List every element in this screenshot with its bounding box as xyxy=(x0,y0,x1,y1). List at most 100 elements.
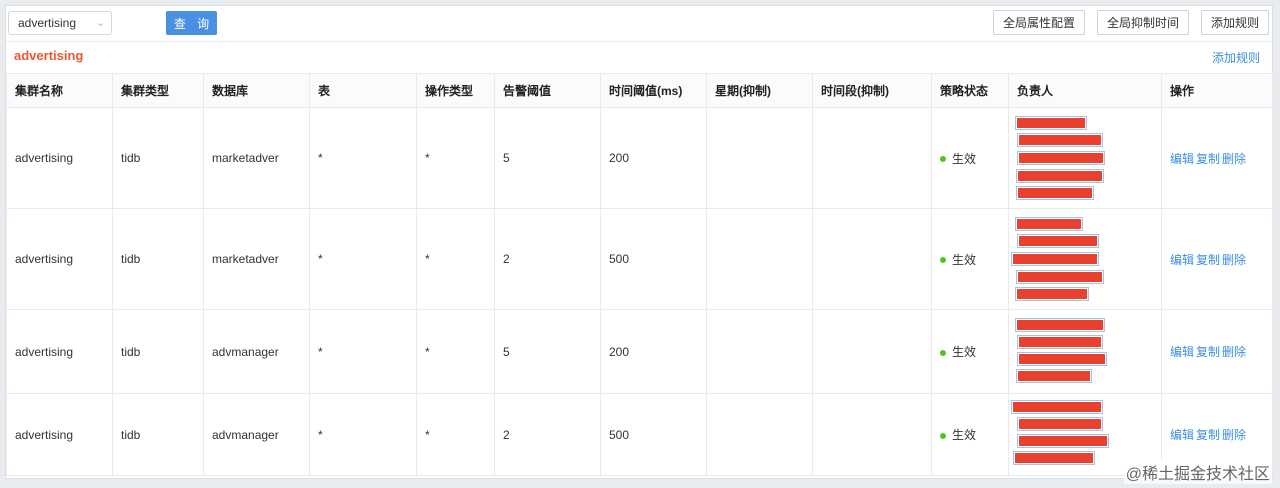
redacted-owner xyxy=(1017,234,1099,248)
status-text: 生效 xyxy=(952,345,977,359)
status-dot xyxy=(940,432,946,439)
copy-link[interactable]: 复制 xyxy=(1196,152,1220,166)
copy-link[interactable]: 复制 xyxy=(1196,253,1220,267)
cell-cluster-type: tidb xyxy=(112,393,204,476)
global-config-button[interactable]: 全局属性配置 xyxy=(993,10,1085,35)
redacted-owner xyxy=(1013,451,1095,465)
cell-period-suppress xyxy=(812,309,932,394)
section-title: advertising xyxy=(14,48,84,63)
cell-operation-type: * xyxy=(416,208,495,310)
edit-link[interactable]: 编辑 xyxy=(1170,345,1194,359)
cell-table: * xyxy=(309,208,417,310)
delete-link[interactable]: 删除 xyxy=(1222,428,1246,442)
cell-cluster-type: tidb xyxy=(112,208,204,310)
redacted-owner xyxy=(1016,369,1092,383)
cell-owner xyxy=(1008,309,1162,394)
cell-policy-status: 生效 xyxy=(931,107,1009,209)
edit-link[interactable]: 编辑 xyxy=(1170,253,1194,267)
redacted-owner xyxy=(1016,270,1104,284)
col-operation-type: 操作类型 xyxy=(416,73,495,108)
col-database: 数据库 xyxy=(203,73,310,108)
redacted-owner xyxy=(1017,335,1103,349)
copy-link[interactable]: 复制 xyxy=(1196,345,1220,359)
col-cluster-name: 集群名称 xyxy=(6,73,113,108)
cell-table: * xyxy=(309,309,417,394)
cell-policy-status: 生效 xyxy=(931,208,1009,310)
cell-operation-type: * xyxy=(416,393,495,476)
cell-cluster-name: advertising xyxy=(6,393,113,476)
col-alert-threshold: 告警阈值 xyxy=(494,73,601,108)
col-weekday-suppress: 星期(抑制) xyxy=(706,73,813,108)
cell-weekday-suppress xyxy=(706,208,813,310)
cell-database: advmanager xyxy=(203,393,310,476)
edit-link[interactable]: 编辑 xyxy=(1170,152,1194,166)
rules-table: 集群名称 集群类型 数据库 表 操作类型 告警阈值 时间阈值(ms) 星期(抑制… xyxy=(6,73,1273,476)
cell-cluster-type: tidb xyxy=(112,309,204,394)
toolbar: advertising ⌄ 查 询 全局属性配置 全局抑制时间 添加规则 xyxy=(6,6,1272,42)
cell-alert-threshold: 5 xyxy=(494,107,601,209)
cluster-select-value: advertising xyxy=(18,16,77,30)
cell-owner xyxy=(1008,208,1162,310)
cluster-select[interactable]: advertising ⌄ xyxy=(8,11,112,35)
table-row: advertising tidb marketadver * * 2 500 生… xyxy=(6,208,1273,310)
query-button[interactable]: 查 询 xyxy=(166,11,217,35)
edit-link[interactable]: 编辑 xyxy=(1170,428,1194,442)
cell-operation-type: * xyxy=(416,107,495,209)
cell-cluster-type: tidb xyxy=(112,107,204,209)
delete-link[interactable]: 删除 xyxy=(1222,152,1246,166)
cell-actions: 编辑 复制 删除 xyxy=(1161,107,1273,209)
status-dot xyxy=(940,156,946,163)
delete-link[interactable]: 删除 xyxy=(1222,345,1246,359)
toolbar-divider xyxy=(6,41,1272,42)
cell-database: marketadver xyxy=(203,107,310,209)
cell-owner xyxy=(1008,107,1162,209)
redacted-owner xyxy=(1017,151,1105,165)
cell-period-suppress xyxy=(812,107,932,209)
status-dot xyxy=(940,257,946,264)
redacted-owner xyxy=(1015,318,1105,332)
cell-alert-threshold: 2 xyxy=(494,393,601,476)
redacted-owner xyxy=(1015,116,1087,130)
col-time-threshold: 时间阈值(ms) xyxy=(600,73,707,108)
col-period-suppress: 时间段(抑制) xyxy=(812,73,932,108)
owner-list-redacted xyxy=(1011,210,1161,309)
cell-database: advmanager xyxy=(203,309,310,394)
cell-database: marketadver xyxy=(203,208,310,310)
cell-policy-status: 生效 xyxy=(931,393,1009,476)
add-rule-button[interactable]: 添加规则 xyxy=(1201,10,1269,35)
global-suppress-time-button[interactable]: 全局抑制时间 xyxy=(1097,10,1189,35)
cell-cluster-name: advertising xyxy=(6,309,113,394)
watermark: @稀土掘金技术社区 xyxy=(1123,460,1272,484)
rules-panel: advertising ⌄ 查 询 全局属性配置 全局抑制时间 添加规则 adv… xyxy=(5,5,1273,479)
owner-list-redacted xyxy=(1015,311,1161,393)
delete-link[interactable]: 删除 xyxy=(1222,253,1246,267)
redacted-owner xyxy=(1011,252,1099,266)
cell-table: * xyxy=(309,107,417,209)
copy-link[interactable]: 复制 xyxy=(1196,428,1220,442)
redacted-owner xyxy=(1017,352,1107,366)
cell-table: * xyxy=(309,393,417,476)
table-row: advertising tidb advmanager * * 5 200 生效 xyxy=(6,309,1273,394)
add-rule-link[interactable]: 添加规则 xyxy=(1212,49,1260,66)
status-text: 生效 xyxy=(952,252,977,267)
redacted-owner xyxy=(1011,400,1103,414)
cell-weekday-suppress xyxy=(706,309,813,394)
chevron-down-icon: ⌄ xyxy=(95,17,105,29)
col-table: 表 xyxy=(309,73,417,108)
cell-alert-threshold: 2 xyxy=(494,208,601,310)
col-cluster-type: 集群类型 xyxy=(112,73,204,108)
cell-weekday-suppress xyxy=(706,393,813,476)
redacted-owner xyxy=(1017,133,1103,147)
cell-actions: 编辑 复制 删除 xyxy=(1161,208,1273,310)
redacted-owner xyxy=(1015,287,1089,301)
cell-operation-type: * xyxy=(416,309,495,394)
table-row: advertising tidb marketadver * * 5 200 生… xyxy=(6,107,1273,209)
col-owner: 负责人 xyxy=(1008,73,1162,108)
cell-policy-status: 生效 xyxy=(931,309,1009,394)
cell-period-suppress xyxy=(812,393,932,476)
redacted-owner xyxy=(1016,186,1094,200)
status-dot xyxy=(940,349,946,356)
cell-time-threshold: 500 xyxy=(600,393,707,476)
redacted-owner xyxy=(1017,417,1103,431)
cell-alert-threshold: 5 xyxy=(494,309,601,394)
